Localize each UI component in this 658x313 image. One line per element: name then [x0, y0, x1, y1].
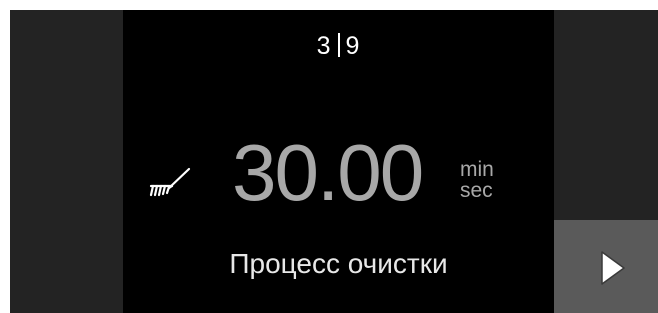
step-separator [337, 33, 340, 57]
step-current: 3 [316, 32, 332, 60]
left-side-panel [10, 10, 123, 313]
brush-icon [148, 165, 194, 210]
timer-unit-seconds: sec [460, 179, 493, 202]
timer-value: 30.00 [232, 128, 424, 217]
program-label: Процесс очистки [229, 248, 448, 279]
step-total: 9 [345, 32, 361, 60]
right-side-panel [554, 10, 658, 220]
play-icon [600, 250, 626, 291]
next-button[interactable] [554, 220, 658, 313]
display-screen: 39 30.00 min sec Процесс очистки [10, 10, 658, 313]
timer-units: min sec [460, 159, 494, 201]
timer-unit-minutes: min [460, 158, 494, 181]
step-counter: 39 [123, 32, 554, 61]
